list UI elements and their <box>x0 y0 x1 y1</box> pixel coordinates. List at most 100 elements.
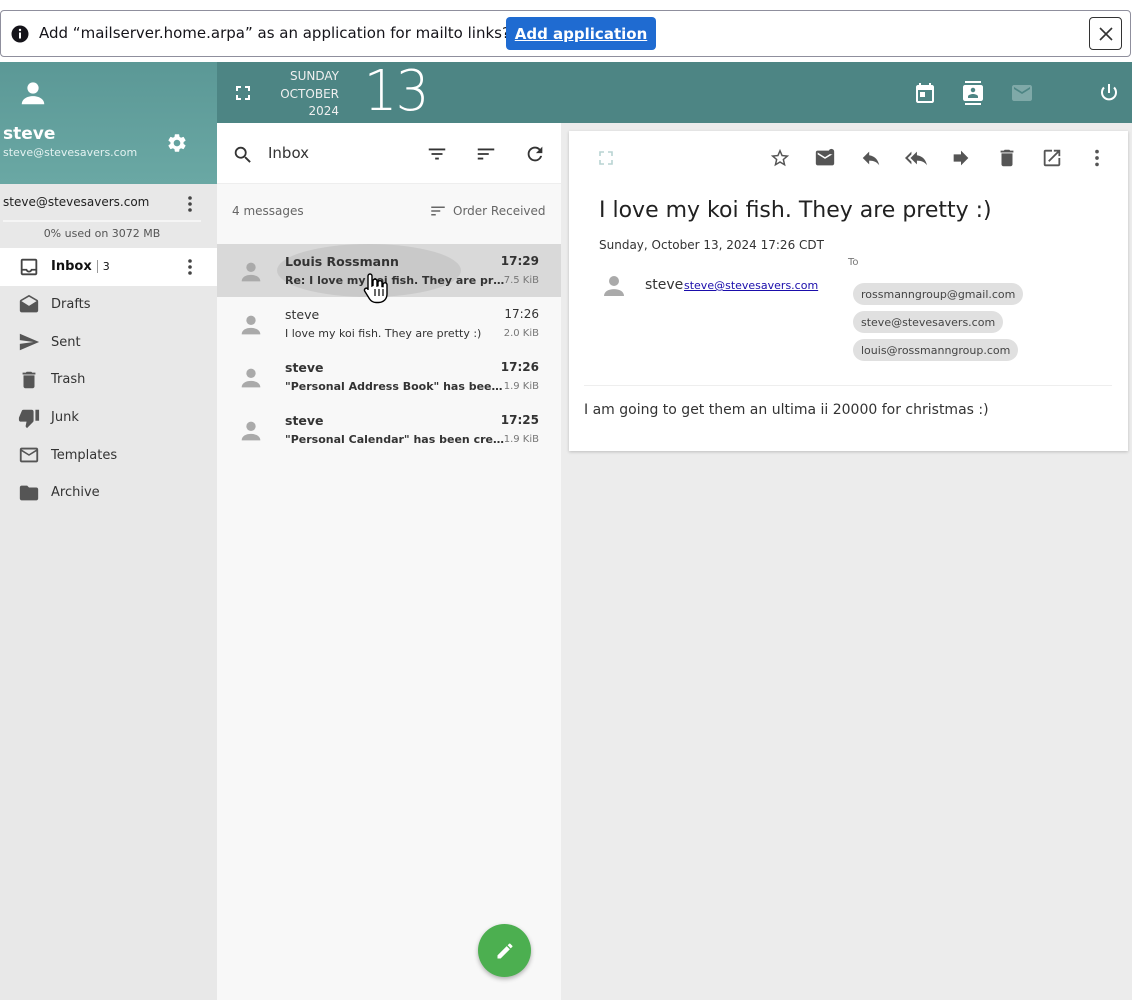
quota-text: 0% used on 3072 MB <box>43 227 161 240</box>
user-name: steve <box>3 124 56 144</box>
message-subject: "Personal Calendar" has been created <box>285 433 505 446</box>
sidebar-item-drafts[interactable]: Drafts <box>0 286 217 324</box>
weekday: SUNDAY <box>289 69 339 83</box>
sender-avatar-icon <box>599 271 629 301</box>
add-application-button[interactable]: Add application <box>506 17 656 50</box>
reply-icon[interactable] <box>860 147 882 169</box>
sent-icon <box>18 331 40 353</box>
message-date: Sunday, October 13, 2024 17:26 CDT <box>599 238 824 252</box>
mailto-notification-bar: Add “mailserver.home.arpa” as an applica… <box>0 10 1131 57</box>
search-bar[interactable]: Inbox <box>217 123 561 184</box>
refresh-icon[interactable] <box>524 143 546 165</box>
compose-button[interactable] <box>478 924 531 977</box>
archive-icon <box>18 482 40 504</box>
sort-icon[interactable] <box>475 143 497 165</box>
recipient-chip[interactable]: rossmanngroup@gmail.com <box>853 283 1024 305</box>
junk-icon <box>18 407 40 429</box>
message-subject: I love my koi fish. They are pretty :) <box>285 327 482 340</box>
inbox-unread-count: 3 <box>96 260 110 274</box>
account-section: steve@stevesavers.com 0% used on 3072 MB <box>0 184 217 248</box>
sidebar-item-trash[interactable]: Trash <box>0 361 217 399</box>
message-row[interactable]: steve 17:26 "Personal Address Book" has … <box>217 350 561 403</box>
add-application-label: Add application <box>514 24 648 43</box>
message-time: 17:26 <box>500 360 539 374</box>
sender-avatar-icon <box>237 417 265 445</box>
star-icon[interactable] <box>769 147 791 169</box>
sidebar-item-templates[interactable]: Templates <box>0 436 217 474</box>
sender-avatar-icon <box>237 364 265 392</box>
templates-icon <box>18 444 40 466</box>
header-divider <box>584 385 1112 386</box>
message-time: 17:29 <box>500 254 539 268</box>
mail-icon[interactable] <box>1010 81 1034 105</box>
sidebar-item-label: Archive <box>51 485 100 501</box>
account-more-icon[interactable] <box>182 195 198 213</box>
message-list-panel: Inbox 4 messages Order Received Louis Ro… <box>217 123 561 1000</box>
close-notification-button[interactable] <box>1089 17 1122 50</box>
message-subject: Re: I love my koi fish. They are pretty … <box>285 274 505 287</box>
contacts-icon[interactable] <box>961 81 985 105</box>
expand-message-icon[interactable] <box>597 149 615 167</box>
sidebar-item-junk[interactable]: Junk <box>0 399 217 437</box>
message-row[interactable]: steve 17:25 "Personal Calendar" has been… <box>217 403 561 456</box>
message-row[interactable]: steve 17:26 I love my koi fish. They are… <box>217 297 561 350</box>
sidebar-item-label: Trash <box>51 372 86 388</box>
sidebar-item-label: Sent <box>51 334 81 350</box>
forward-icon[interactable] <box>950 147 972 169</box>
date-display: SUNDAY OCTOBER 2024 <box>277 68 339 121</box>
pencil-icon <box>495 941 515 961</box>
message-size: 7.5 KiB <box>503 275 539 286</box>
settings-gear-icon[interactable] <box>166 132 188 154</box>
recipient-chip[interactable]: steve@stevesavers.com <box>853 311 1004 333</box>
calendar-icon[interactable] <box>913 81 937 105</box>
message-body: I am going to get them an ultima ii 2000… <box>584 402 989 418</box>
message-size: 1.9 KiB <box>503 434 539 445</box>
recipient-chip[interactable]: louis@rossmanngroup.com <box>853 339 1019 361</box>
logout-icon[interactable] <box>1097 81 1121 105</box>
trash-icon <box>18 369 40 391</box>
sidebar-item-inbox[interactable]: Inbox 3 <box>0 248 217 286</box>
sidebar-item-label: Junk <box>51 410 79 426</box>
filter-icon[interactable] <box>426 143 448 165</box>
sender-avatar-icon <box>237 311 265 339</box>
folder-list: Inbox 3 Drafts Sent Trash Junk Templates… <box>0 248 217 512</box>
reply-all-icon[interactable] <box>905 147 927 169</box>
sidebar-item-label: Templates <box>51 447 118 463</box>
user-profile: steve steve@stevesavers.com <box>0 62 217 184</box>
open-in-new-icon[interactable] <box>1041 147 1063 169</box>
sender-avatar-icon <box>237 258 265 286</box>
inbox-icon <box>18 256 40 278</box>
user-email: steve@stevesavers.com <box>3 146 138 159</box>
to-label: To <box>848 257 859 268</box>
avatar-icon <box>18 78 48 108</box>
inbox-more-icon[interactable] <box>182 258 198 276</box>
quota-bar <box>3 220 201 222</box>
more-options-icon[interactable] <box>1086 147 1108 169</box>
drafts-icon <box>18 294 40 316</box>
mark-unread-icon[interactable] <box>814 147 836 169</box>
sidebar-item-label: Inbox 3 <box>51 259 110 274</box>
hand-cursor-icon <box>362 272 390 304</box>
message-from: steve <box>285 413 324 428</box>
message-from: Louis Rossmann <box>285 254 399 269</box>
order-label: Order Received <box>453 204 546 218</box>
delete-icon[interactable] <box>996 147 1018 169</box>
sidebar-item-label: Drafts <box>51 297 91 313</box>
message-from: steve <box>285 307 320 322</box>
close-icon <box>1098 26 1114 42</box>
fullscreen-icon[interactable] <box>234 84 252 102</box>
search-icon[interactable] <box>232 144 254 166</box>
account-address: steve@stevesavers.com <box>3 195 150 209</box>
sender-email-link[interactable]: steve@stevesavers.com <box>684 279 818 292</box>
list-meta: 4 messages Order Received <box>217 184 561 244</box>
info-icon <box>11 25 29 43</box>
year: 2024 <box>308 104 339 118</box>
sidebar: steve steve@stevesavers.com steve@steves… <box>0 62 217 1000</box>
message-subject: "Personal Address Book" has been created <box>285 380 505 393</box>
sidebar-item-sent[interactable]: Sent <box>0 323 217 361</box>
sidebar-item-archive[interactable]: Archive <box>0 474 217 512</box>
message-time: 17:25 <box>500 413 539 427</box>
sender-name: steve <box>645 277 684 293</box>
day-number: 13 <box>363 59 430 124</box>
order-selector[interactable]: Order Received <box>429 202 546 220</box>
